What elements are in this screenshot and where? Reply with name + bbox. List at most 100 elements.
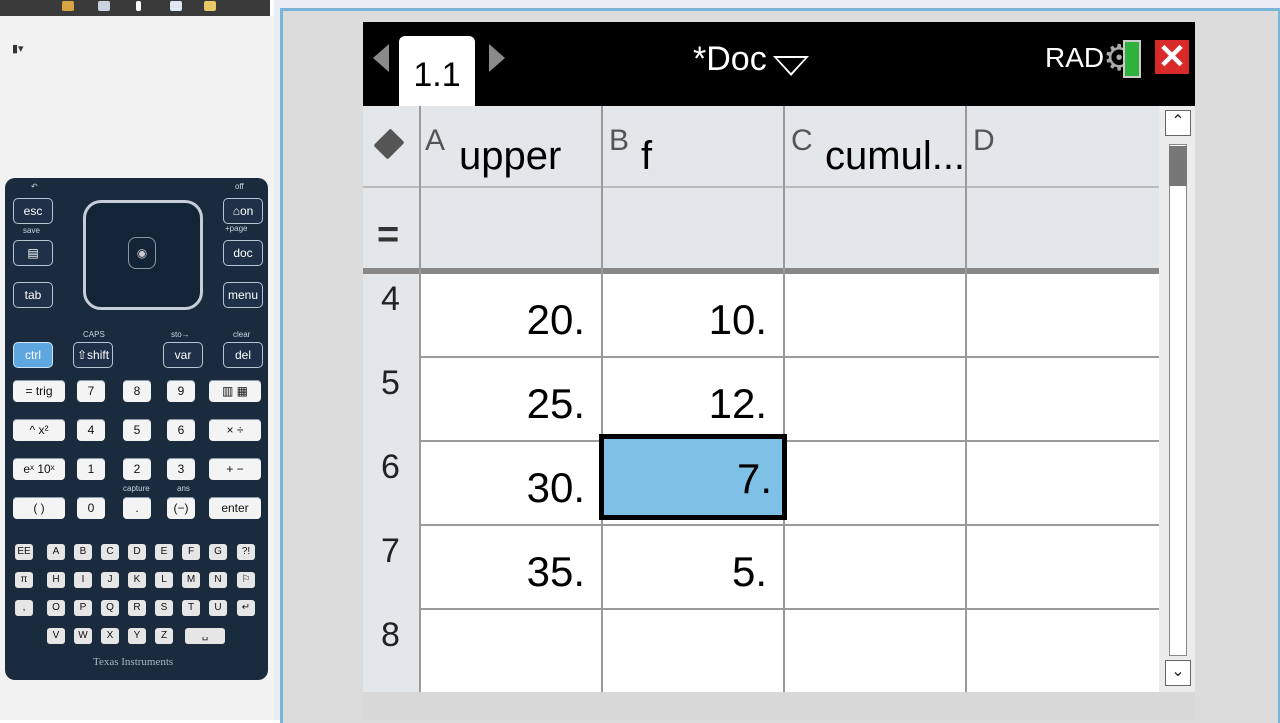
- return-key[interactable]: ↵: [237, 600, 255, 616]
- alpha-key-B[interactable]: B: [74, 544, 92, 560]
- column-name-b[interactable]: f: [641, 134, 652, 179]
- paren-key[interactable]: ( ): [13, 497, 65, 519]
- cell-b8[interactable]: [605, 610, 781, 694]
- cell-d4[interactable]: [969, 274, 1145, 358]
- touchpad[interactable]: ◉: [83, 200, 203, 310]
- copy-icon[interactable]: [98, 1, 110, 11]
- document-title[interactable]: *Doc: [693, 40, 767, 79]
- digit-4-key[interactable]: 4: [77, 419, 105, 441]
- cell-a6[interactable]: 30.: [423, 442, 599, 526]
- alpha-key-F[interactable]: F: [182, 544, 200, 560]
- cell-b4[interactable]: 10.: [605, 274, 781, 358]
- decimal-key[interactable]: .: [123, 497, 151, 519]
- cell-c4[interactable]: [787, 274, 963, 358]
- cell-b6-selected[interactable]: 7.: [599, 434, 787, 520]
- alpha-key-C[interactable]: C: [101, 544, 119, 560]
- flag-key[interactable]: ⚐: [237, 572, 255, 588]
- alpha-key-T[interactable]: T: [182, 600, 200, 616]
- cell-c7[interactable]: [787, 526, 963, 610]
- cell-a4[interactable]: 20.: [423, 274, 599, 358]
- scroll-thumb[interactable]: [1169, 146, 1187, 186]
- alpha-key-Q[interactable]: Q: [101, 600, 119, 616]
- scissors-icon[interactable]: [62, 1, 74, 11]
- alpha-key-E[interactable]: E: [155, 544, 173, 560]
- exp-key[interactable]: eˣ 10ˣ: [13, 458, 65, 480]
- doc-key[interactable]: doc: [223, 240, 263, 266]
- var-key[interactable]: var: [163, 342, 203, 368]
- folder-icon[interactable]: [204, 1, 216, 11]
- column-letter-b[interactable]: B: [609, 124, 629, 158]
- alpha-key-I[interactable]: I: [74, 572, 92, 588]
- alpha-key-J[interactable]: J: [101, 572, 119, 588]
- alpha-key-N[interactable]: N: [209, 572, 227, 588]
- row-header-5[interactable]: 5: [363, 358, 419, 444]
- alpha-key-P[interactable]: P: [74, 600, 92, 616]
- esc-key[interactable]: esc: [13, 198, 53, 224]
- prev-page-icon[interactable]: [373, 44, 389, 72]
- cell-d7[interactable]: [969, 526, 1145, 610]
- comma-key[interactable]: ,: [15, 600, 33, 616]
- alpha-key-S[interactable]: S: [155, 600, 173, 616]
- formula-row[interactable]: =: [363, 188, 1159, 274]
- caret-x2-key[interactable]: ^ x²: [13, 419, 65, 441]
- alpha-key-M[interactable]: M: [182, 572, 200, 588]
- space-key[interactable]: ␣: [185, 628, 225, 644]
- punctuation-key[interactable]: ?!: [237, 544, 255, 560]
- column-letter-d[interactable]: D: [973, 124, 995, 158]
- template-catalog-key[interactable]: ▥ ▦: [209, 380, 261, 402]
- vertical-scrollbar[interactable]: ⌃ ⌄: [1159, 106, 1195, 692]
- row-header-4[interactable]: 4: [363, 274, 419, 360]
- alpha-key-Z[interactable]: Z: [155, 628, 173, 644]
- digit-6-key[interactable]: 6: [167, 419, 195, 441]
- enter-key[interactable]: enter: [209, 497, 261, 519]
- alpha-key-L[interactable]: L: [155, 572, 173, 588]
- cell-d8[interactable]: [969, 610, 1145, 694]
- scroll-down-button[interactable]: ⌄: [1165, 660, 1191, 686]
- alpha-key-R[interactable]: R: [128, 600, 146, 616]
- pen-icon[interactable]: [136, 1, 141, 11]
- alpha-key-U[interactable]: U: [209, 600, 227, 616]
- alpha-key-W[interactable]: W: [74, 628, 92, 644]
- cell-c6[interactable]: [787, 442, 963, 526]
- cell-b7[interactable]: 5.: [605, 526, 781, 610]
- tab-key[interactable]: tab: [13, 282, 53, 308]
- scroll-track[interactable]: [1169, 144, 1187, 656]
- negative-key[interactable]: (−): [167, 497, 195, 519]
- alpha-key-X[interactable]: X: [101, 628, 119, 644]
- column-letter-c[interactable]: C: [791, 124, 813, 158]
- cell-a8[interactable]: [423, 610, 599, 694]
- column-letter-a[interactable]: A: [425, 124, 445, 158]
- alpha-key-H[interactable]: H: [47, 572, 65, 588]
- row-header-7[interactable]: 7: [363, 526, 419, 612]
- alpha-key-V[interactable]: V: [47, 628, 65, 644]
- row-header-6[interactable]: 6: [363, 442, 419, 528]
- alpha-key-O[interactable]: O: [47, 600, 65, 616]
- digit-7-key[interactable]: 7: [77, 380, 105, 402]
- alpha-key-Y[interactable]: Y: [128, 628, 146, 644]
- digit-2-key[interactable]: 2: [123, 458, 151, 480]
- mul-div-key[interactable]: × ÷: [209, 419, 261, 441]
- ctrl-key[interactable]: ctrl: [13, 342, 53, 368]
- handheld-select-icon[interactable]: ▮▾: [12, 42, 24, 55]
- next-page-icon[interactable]: [489, 44, 505, 72]
- alpha-key-K[interactable]: K: [128, 572, 146, 588]
- doc-menu-chevron-icon[interactable]: [773, 56, 809, 76]
- cell-c8[interactable]: [787, 610, 963, 694]
- cell-a7[interactable]: 35.: [423, 526, 599, 610]
- close-button[interactable]: ✕: [1155, 40, 1189, 74]
- column-name-c[interactable]: cumul...: [825, 134, 965, 179]
- tab-page-1-1[interactable]: 1.1: [399, 36, 475, 106]
- pi-key[interactable]: π: [15, 572, 33, 588]
- on-key[interactable]: ⌂on: [223, 198, 263, 224]
- equals-trig-key[interactable]: = trig: [13, 380, 65, 402]
- del-key[interactable]: del: [223, 342, 263, 368]
- digit-0-key[interactable]: 0: [77, 497, 105, 519]
- digit-9-key[interactable]: 9: [167, 380, 195, 402]
- shift-key[interactable]: ⇧shift: [73, 342, 113, 368]
- row-header-8[interactable]: 8: [363, 610, 419, 696]
- cell-a5[interactable]: 25.: [423, 358, 599, 442]
- scroll-up-button[interactable]: ⌃: [1165, 110, 1191, 136]
- alpha-key-D[interactable]: D: [128, 544, 146, 560]
- digit-5-key[interactable]: 5: [123, 419, 151, 441]
- cell-d6[interactable]: [969, 442, 1145, 526]
